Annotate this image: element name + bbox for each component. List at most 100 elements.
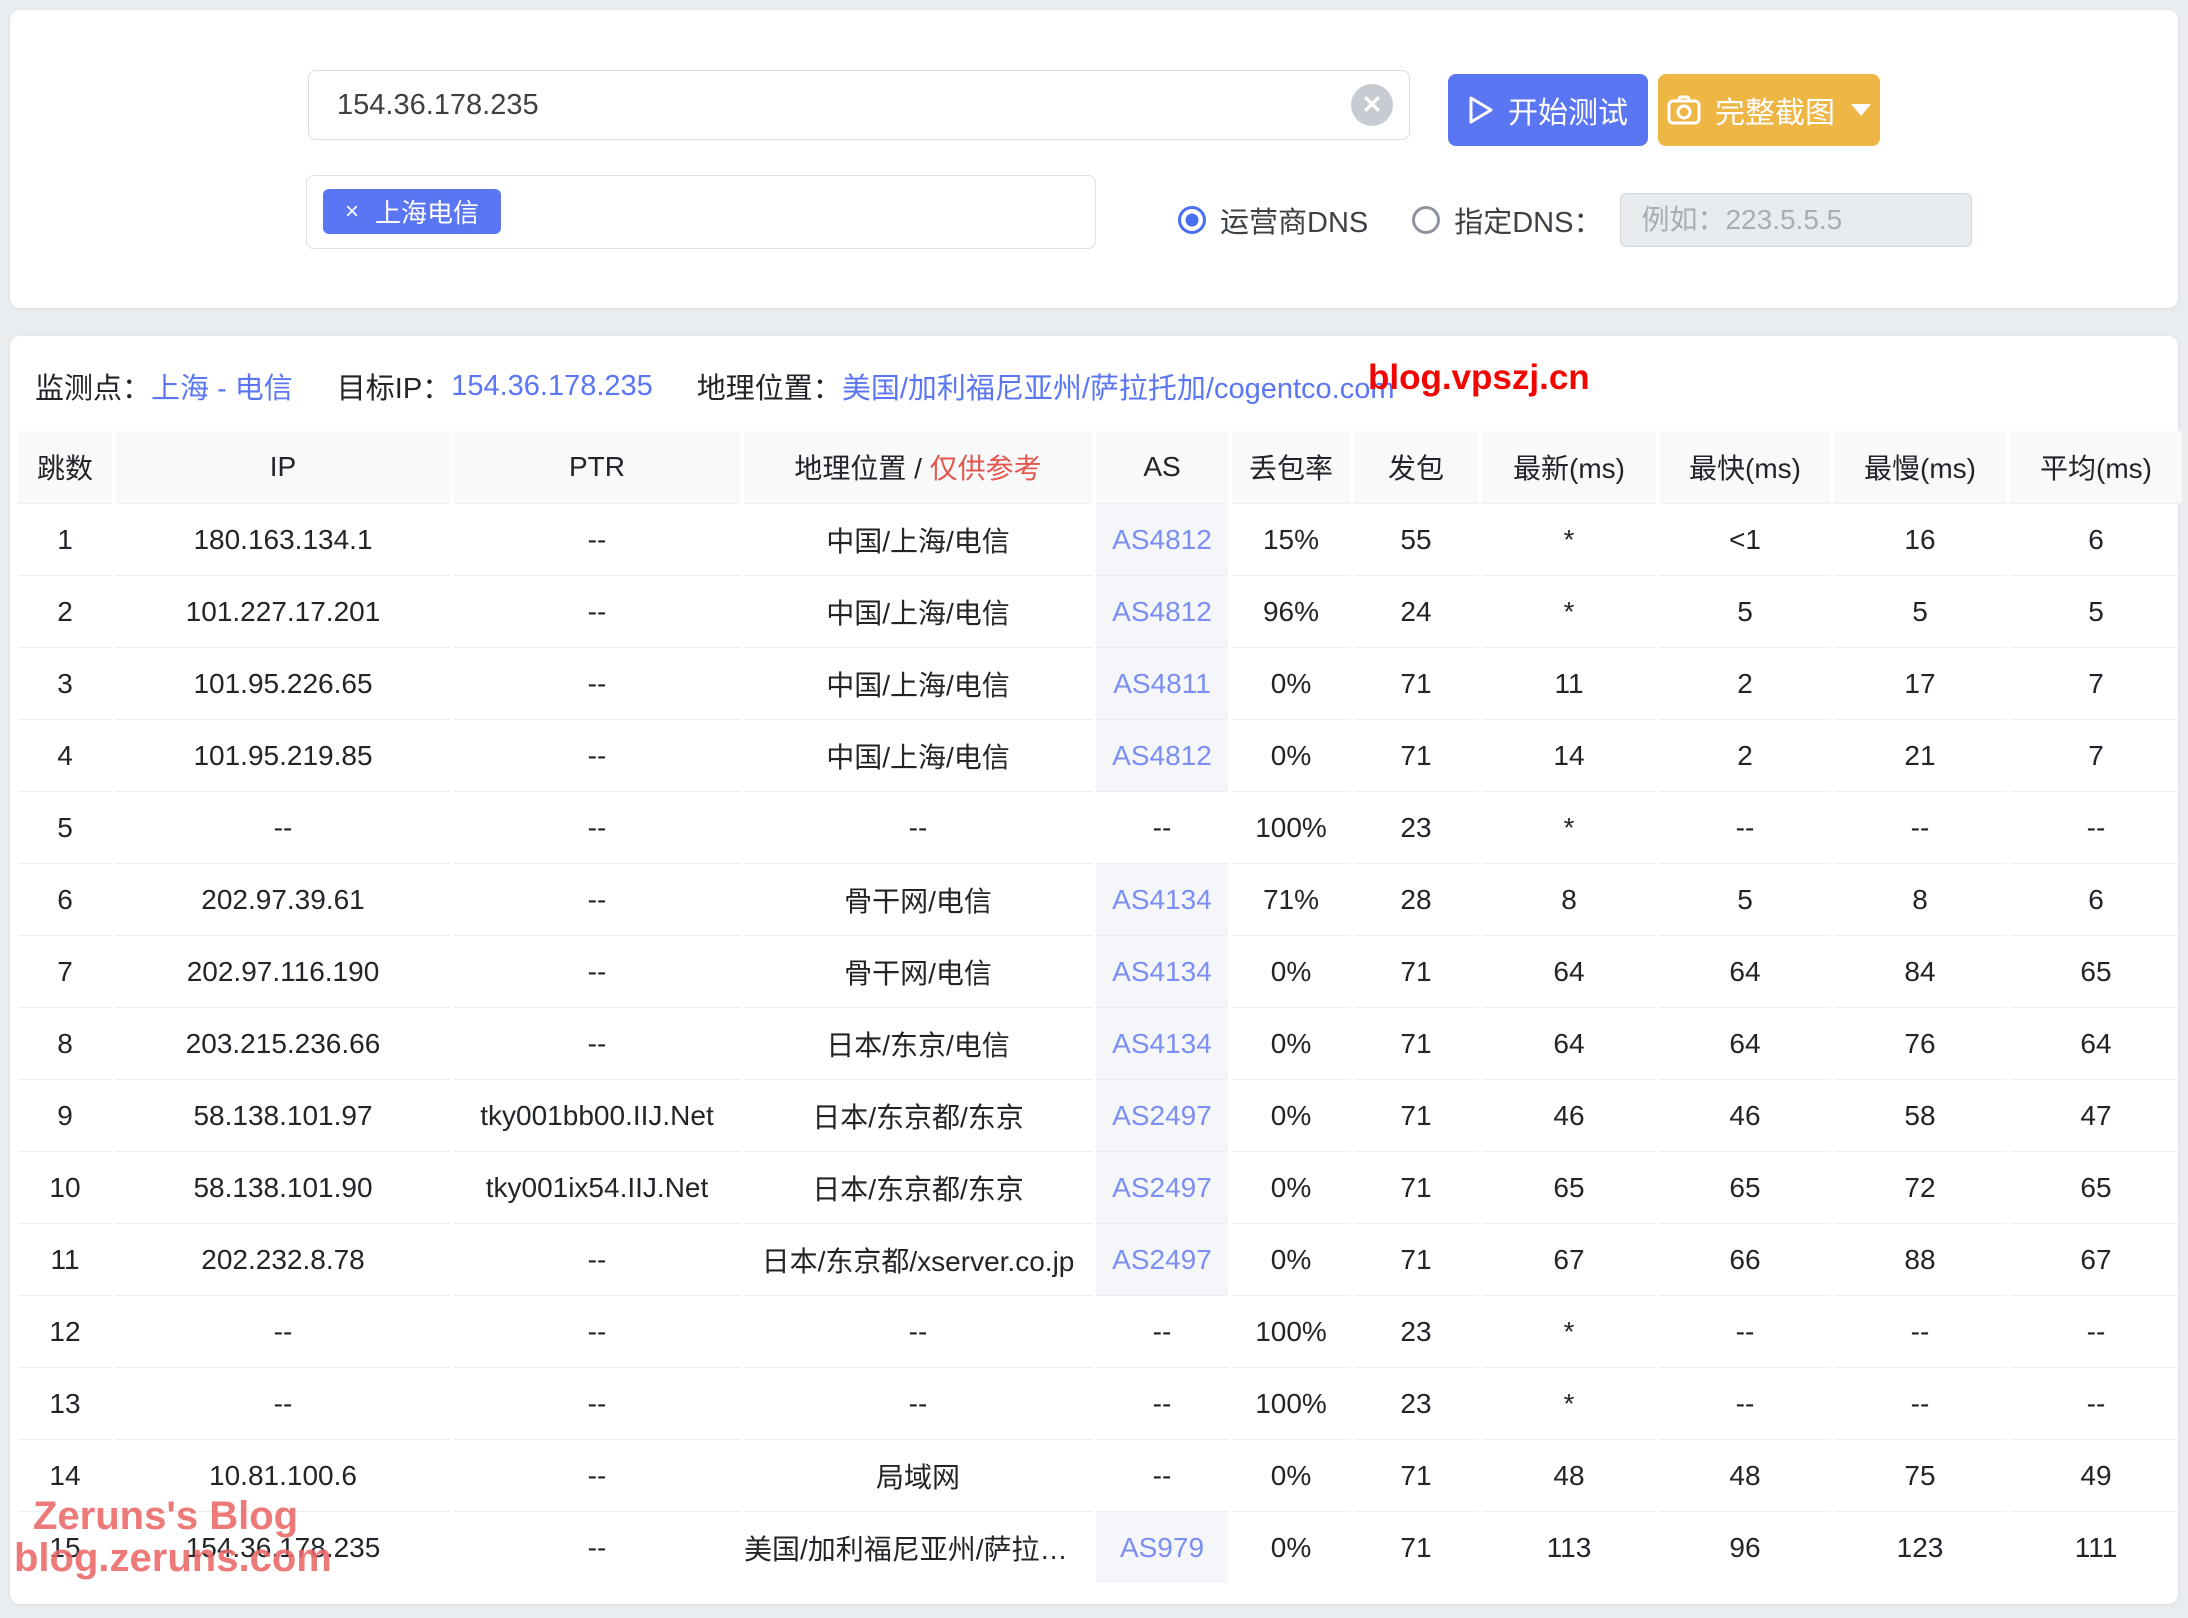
cell-loss: 0% <box>1232 1439 1350 1511</box>
table-row: 3101.95.226.65--中国/上海/电信AS48110%71112177 <box>18 647 2182 719</box>
table-row: 13--------100%23*------ <box>18 1367 2182 1439</box>
cell-ip: 101.95.219.85 <box>116 719 450 791</box>
table-row: 12--------100%23*------ <box>18 1295 2182 1367</box>
as-link[interactable]: AS4134 <box>1112 884 1212 915</box>
cell-ptr: -- <box>454 719 740 791</box>
cell-as: AS2497 <box>1096 1079 1228 1151</box>
cell-slowest: 88 <box>1834 1223 2006 1295</box>
cell-sent: 23 <box>1354 791 1478 863</box>
cell-geo: 骨干网/电信 <box>744 935 1092 1007</box>
as-link[interactable]: AS4812 <box>1112 740 1212 771</box>
cell-loss: 0% <box>1232 647 1350 719</box>
camera-icon <box>1667 95 1701 125</box>
target-ip-input[interactable] <box>309 89 1409 122</box>
cell-ptr: tky001ix54.IIJ.Net <box>454 1151 740 1223</box>
radio-custom-dns-label[interactable]: 指定DNS： <box>1454 199 1602 241</box>
monitor-link[interactable]: 上海 - 电信 <box>151 365 293 407</box>
table-row: 7202.97.116.190--骨干网/电信AS41340%716464846… <box>18 935 2182 1007</box>
cell-sent: 71 <box>1354 1223 1478 1295</box>
cell-fastest: <1 <box>1660 503 1830 575</box>
cell-avg: 111 <box>2010 1511 2182 1583</box>
as-link[interactable]: AS979 <box>1120 1532 1204 1563</box>
cell-as: -- <box>1096 1367 1228 1439</box>
cell-geo: 美国/加利福尼亚州/萨拉托加/co... <box>744 1511 1092 1583</box>
cell-geo: 中国/上海/电信 <box>744 575 1092 647</box>
cell-slowest: 21 <box>1834 719 2006 791</box>
cell-latest: 113 <box>1482 1511 1656 1583</box>
cell-fastest: 64 <box>1660 1007 1830 1079</box>
as-link[interactable]: AS4134 <box>1112 956 1212 987</box>
radio-isp-dns[interactable] <box>1178 206 1206 234</box>
full-screenshot-button[interactable]: 完整截图 <box>1658 74 1880 146</box>
cell-fastest: -- <box>1660 1295 1830 1367</box>
cell-sent: 55 <box>1354 503 1478 575</box>
cell-as: -- <box>1096 1295 1228 1367</box>
table-row: 1410.81.100.6--局域网--0%7148487549 <box>18 1439 2182 1511</box>
cell-ptr: -- <box>454 1367 740 1439</box>
target-ip-label: 目标IP： <box>337 365 451 407</box>
node-tag-shanghai-telecom[interactable]: × 上海电信 <box>323 189 501 234</box>
radio-custom-dns[interactable] <box>1412 206 1440 234</box>
cell-avg: -- <box>2010 1295 2182 1367</box>
cell-loss: 0% <box>1232 1511 1350 1583</box>
geo-value-link[interactable]: 美国/加利福尼亚州/萨拉托加/cogentco.com <box>842 365 1395 407</box>
as-link[interactable]: AS4811 <box>1113 668 1211 699</box>
header-geo-main: 地理位置 / <box>794 453 929 484</box>
cell-latest: 64 <box>1482 1007 1656 1079</box>
cell-fastest: 64 <box>1660 935 1830 1007</box>
custom-dns-input[interactable] <box>1620 193 1972 247</box>
cell-avg: 6 <box>2010 503 2182 575</box>
cell-ip: 180.163.134.1 <box>116 503 450 575</box>
cell-avg: 49 <box>2010 1439 2182 1511</box>
as-link[interactable]: AS4812 <box>1112 596 1212 627</box>
as-link[interactable]: AS4134 <box>1112 1028 1212 1059</box>
node-select-box[interactable]: × 上海电信 <box>306 175 1096 249</box>
cell-latest: 64 <box>1482 935 1656 1007</box>
header-fastest: 最快(ms) <box>1660 431 1830 503</box>
chevron-down-icon <box>1851 104 1871 116</box>
as-link[interactable]: AS2497 <box>1112 1244 1212 1275</box>
header-loss: 丢包率 <box>1232 431 1350 503</box>
cell-slowest: 58 <box>1834 1079 2006 1151</box>
full-screenshot-label: 完整截图 <box>1715 88 1835 132</box>
cell-latest: 67 <box>1482 1223 1656 1295</box>
as-link[interactable]: AS2497 <box>1112 1100 1212 1131</box>
cell-as: AS4811 <box>1096 647 1228 719</box>
cell-geo: -- <box>744 791 1092 863</box>
as-link[interactable]: AS2497 <box>1112 1172 1212 1203</box>
cell-ip: 58.138.101.90 <box>116 1151 450 1223</box>
cell-avg: 65 <box>2010 1151 2182 1223</box>
cell-slowest: -- <box>1834 1367 2006 1439</box>
cell-latest: * <box>1482 1295 1656 1367</box>
radio-isp-dns-label[interactable]: 运营商DNS <box>1220 199 1368 241</box>
cell-avg: -- <box>2010 791 2182 863</box>
remove-tag-icon[interactable]: × <box>345 198 359 226</box>
cell-sent: 24 <box>1354 575 1478 647</box>
cell-geo: 中国/上海/电信 <box>744 503 1092 575</box>
play-icon <box>1468 95 1494 125</box>
header-hop: 跳数 <box>18 431 112 503</box>
cell-sent: 28 <box>1354 863 1478 935</box>
clear-input-button[interactable]: ✕ <box>1351 84 1393 126</box>
as-link[interactable]: AS4812 <box>1112 524 1212 555</box>
cell-as: -- <box>1096 791 1228 863</box>
cell-hop: 8 <box>18 1007 112 1079</box>
start-test-button[interactable]: 开始测试 <box>1448 74 1648 146</box>
cell-ip: -- <box>116 1295 450 1367</box>
cell-hop: 13 <box>18 1367 112 1439</box>
target-ip-value[interactable]: 154.36.178.235 <box>451 370 653 403</box>
cell-as: AS979 <box>1096 1511 1228 1583</box>
cell-avg: 64 <box>2010 1007 2182 1079</box>
cell-loss: 0% <box>1232 1223 1350 1295</box>
cell-slowest: 17 <box>1834 647 2006 719</box>
cell-as: AS4134 <box>1096 935 1228 1007</box>
table-row: 1058.138.101.90tky001ix54.IIJ.Net日本/东京都/… <box>18 1151 2182 1223</box>
cell-slowest: -- <box>1834 1295 2006 1367</box>
cell-hop: 4 <box>18 719 112 791</box>
table-row: 958.138.101.97tky001bb00.IIJ.Net日本/东京都/东… <box>18 1079 2182 1151</box>
cell-ptr: -- <box>454 1439 740 1511</box>
cell-ip: 154.36.178.235 <box>116 1511 450 1583</box>
cell-sent: 71 <box>1354 647 1478 719</box>
start-test-label: 开始测试 <box>1508 88 1628 132</box>
cell-latest: 14 <box>1482 719 1656 791</box>
